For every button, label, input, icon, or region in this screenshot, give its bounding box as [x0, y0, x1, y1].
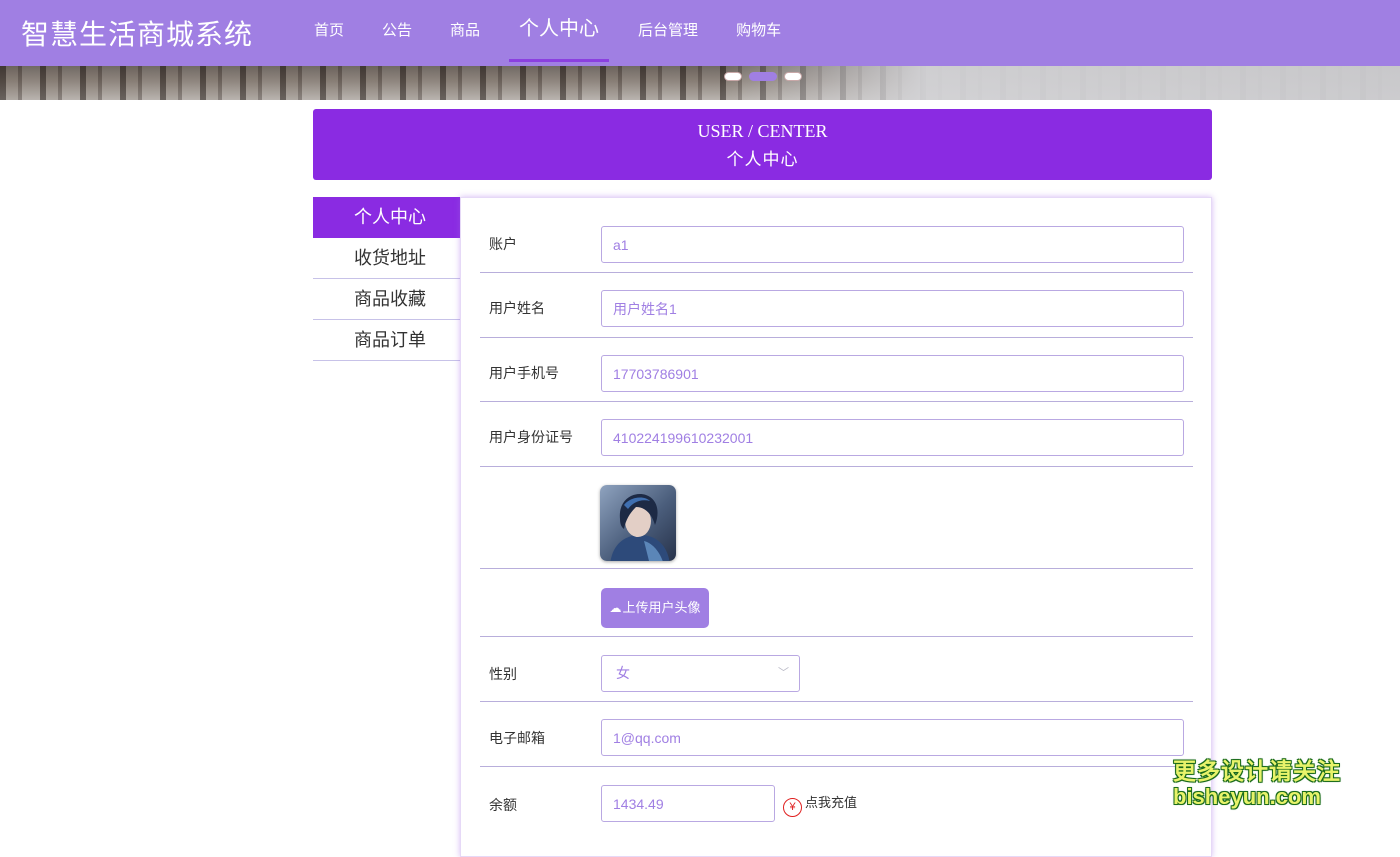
form-row-email: 电子邮箱 — [480, 702, 1193, 767]
gender-label: 性别 — [489, 666, 517, 682]
watermark: 更多设计请关注 bisheyun.com — [1173, 752, 1341, 810]
page-title-en: USER / CENTER — [697, 121, 828, 141]
chevron-down-icon: ﹀ — [778, 667, 789, 679]
email-input[interactable] — [601, 719, 1184, 756]
side-item-orders[interactable]: 商品订单 — [313, 320, 460, 361]
main-nav: 首页 公告 商品 个人中心 后台管理 购物车 — [295, 0, 800, 66]
nav-announcements[interactable]: 公告 — [363, 0, 431, 66]
idcard-label: 用户身份证号 — [489, 429, 573, 445]
recharge-label: 点我充值 — [805, 795, 858, 810]
side-item-address[interactable]: 收货地址 — [313, 238, 460, 279]
watermark-line-1: 更多设计请关注 — [1173, 758, 1341, 784]
form-row-account: 账户 — [480, 210, 1193, 273]
balance-label: 余额 — [489, 797, 517, 813]
nav-products[interactable]: 商品 — [431, 0, 499, 66]
idcard-input[interactable] — [601, 419, 1184, 456]
gender-value: 女 — [616, 665, 630, 681]
profile-form: 账户 用户姓名 用户手机号 用户身份证号 — [460, 197, 1212, 857]
upload-avatar-button[interactable]: ☁上传用户头像 — [601, 588, 709, 628]
form-row-idcard: 用户身份证号 — [480, 402, 1193, 467]
yen-icon: ¥ — [783, 798, 802, 817]
cloud-upload-icon: ☁ — [609, 601, 622, 615]
upload-avatar-label: 上传用户头像 — [622, 600, 701, 615]
site-title[interactable]: 智慧生活商城系统 — [21, 13, 253, 53]
watermark-line-2: bisheyun.com — [1173, 784, 1321, 809]
nav-user-center[interactable]: 个人中心 — [509, 0, 610, 66]
balance-input[interactable] — [601, 785, 775, 822]
phone-label: 用户手机号 — [489, 365, 559, 381]
carousel-dot-1[interactable] — [724, 72, 742, 81]
email-label: 电子邮箱 — [489, 730, 545, 746]
form-row-upload: ☁上传用户头像 — [480, 569, 1193, 637]
side-menu: 个人中心 收货地址 商品收藏 商品订单 — [313, 197, 460, 361]
form-row-username: 用户姓名 — [480, 273, 1193, 338]
form-row-gender: 性别 女 ﹀ — [480, 637, 1193, 702]
username-label: 用户姓名 — [489, 300, 545, 316]
nav-home[interactable]: 首页 — [295, 0, 363, 66]
form-row-balance: 余额 ¥点我充值 — [480, 767, 1193, 847]
page-title-box: USER / CENTER 个人中心 — [313, 109, 1212, 180]
banner-image — [0, 66, 1400, 100]
top-navbar: 智慧生活商城系统 首页 公告 商品 个人中心 后台管理 购物车 — [0, 0, 1400, 66]
form-row-phone: 用户手机号 — [480, 338, 1193, 402]
nav-admin[interactable]: 后台管理 — [619, 0, 717, 66]
side-item-user-center[interactable]: 个人中心 — [313, 197, 460, 238]
username-input[interactable] — [601, 290, 1184, 327]
user-avatar — [600, 485, 676, 561]
carousel-dot-2[interactable] — [749, 72, 777, 81]
account-input[interactable] — [601, 226, 1184, 263]
carousel-dot-3[interactable] — [784, 72, 802, 81]
form-row-avatar — [480, 467, 1193, 569]
carousel-indicators — [724, 72, 802, 81]
gender-select[interactable]: 女 ﹀ — [601, 655, 800, 692]
nav-cart[interactable]: 购物车 — [717, 0, 800, 66]
recharge-link[interactable]: ¥ 点我充值 — [783, 792, 857, 817]
side-item-favorites[interactable]: 商品收藏 — [313, 279, 460, 320]
avatar-image — [600, 485, 676, 561]
phone-input[interactable] — [601, 355, 1184, 392]
account-label: 账户 — [489, 236, 517, 252]
page-title-cn: 个人中心 — [726, 150, 799, 169]
